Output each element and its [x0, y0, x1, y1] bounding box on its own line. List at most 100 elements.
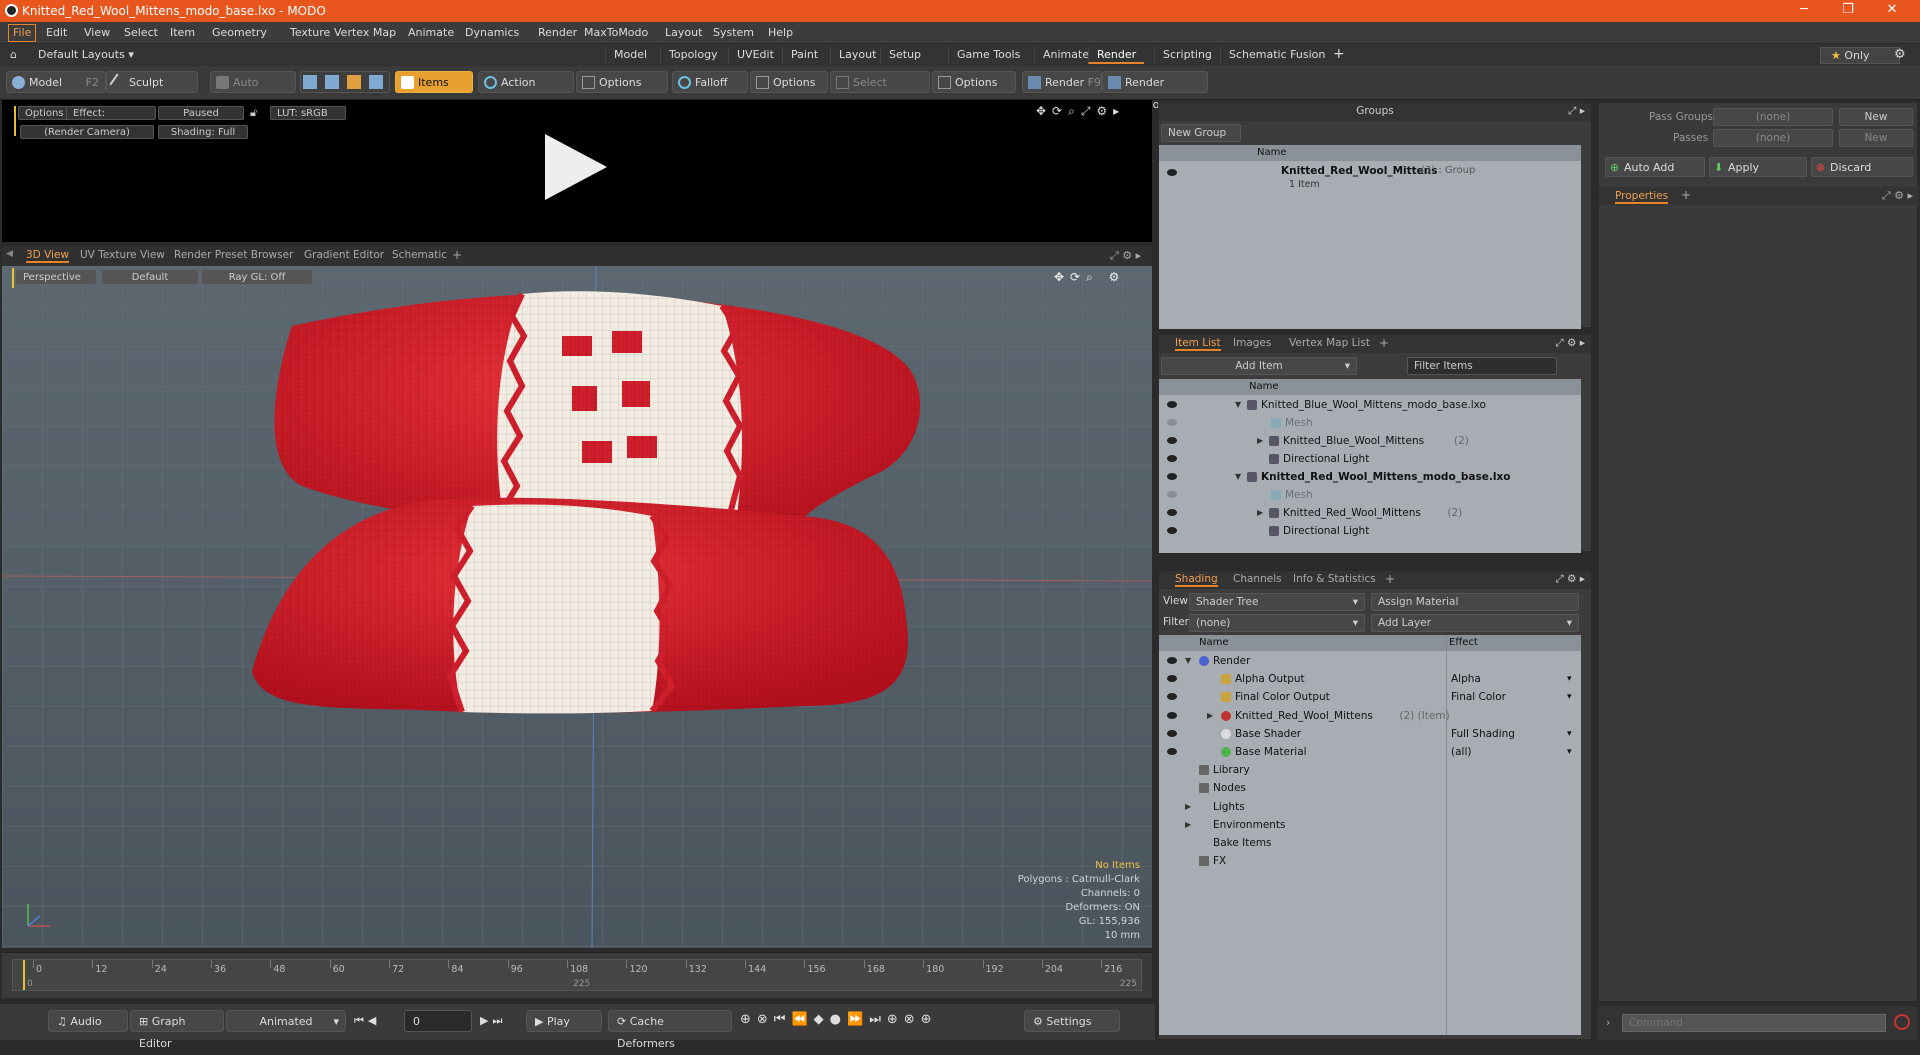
only-toggle[interactable]: ★ Only: [1820, 47, 1900, 64]
play-icon[interactable]: [545, 134, 607, 200]
paused-button[interactable]: Paused: [158, 106, 244, 120]
list-item[interactable]: Mesh: [1159, 486, 1581, 504]
default-style-dropdown[interactable]: Default: [102, 270, 198, 284]
eye-icon[interactable]: [1167, 401, 1177, 408]
select-through-button[interactable]: Select Through: [830, 71, 930, 111]
settings-button[interactable]: ⚙ Settings: [1024, 1010, 1120, 1032]
new-pass-button[interactable]: New: [1839, 129, 1913, 147]
command-input[interactable]: [1622, 1014, 1886, 1032]
tab-game-tools[interactable]: Game Tools: [948, 47, 1028, 64]
add-tab-icon[interactable]: +: [452, 248, 462, 262]
effect-value[interactable]: Alpha: [1451, 670, 1481, 688]
menu-edit[interactable]: Edit: [46, 26, 67, 39]
list-item[interactable]: ▼ Render: [1159, 652, 1581, 670]
perspective-dropdown[interactable]: Perspective: [16, 270, 96, 284]
view-dropdown[interactable]: Shader Tree ▾: [1189, 593, 1365, 611]
passes-dropdown[interactable]: (none): [1713, 129, 1833, 147]
menu-geometry[interactable]: Geometry: [212, 26, 267, 39]
pass-groups-dropdown[interactable]: (none): [1713, 108, 1833, 126]
menu-animate[interactable]: Animate: [408, 26, 454, 39]
eye-icon[interactable]: [1167, 527, 1177, 534]
tab-channels[interactable]: Channels: [1233, 573, 1282, 585]
play-button[interactable]: ▶ Play: [526, 1010, 602, 1032]
action-center-button[interactable]: Action Center: [478, 71, 574, 111]
menu-help[interactable]: Help: [768, 26, 793, 39]
materials-mode-icon[interactable]: [369, 75, 383, 89]
list-item[interactable]: FX: [1159, 852, 1581, 870]
frame-field[interactable]: 0: [404, 1010, 472, 1032]
default-layouts-dropdown[interactable]: Default Layouts ▾: [38, 48, 134, 61]
tab-setup[interactable]: Setup: [880, 47, 929, 64]
list-item[interactable]: Base Material (all) ▾: [1159, 743, 1581, 761]
expand-icon[interactable]: ▶: [1185, 798, 1191, 816]
falloff-options-button[interactable]: Options: [750, 71, 828, 93]
menu-system[interactable]: System: [713, 26, 754, 39]
add-tab-icon[interactable]: +: [1379, 336, 1389, 350]
preview-view-controls[interactable]: ✥⟳⌕⤢⚙▸: [1036, 104, 1125, 119]
expand-icon[interactable]: ▶: [1207, 707, 1213, 725]
tab-paint[interactable]: Paint: [782, 47, 826, 64]
effect-dropdown[interactable]: Effect: (Shadi...: [66, 106, 156, 120]
apply-button[interactable]: ⬇ Apply: [1709, 157, 1807, 177]
list-item[interactable]: ▶ Environments: [1159, 816, 1581, 834]
render-button[interactable]: Render F9: [1022, 71, 1102, 93]
model-button[interactable]: Model F2: [6, 71, 106, 93]
tab-scripting[interactable]: Scripting: [1154, 47, 1220, 64]
timeline-ruler[interactable]: 0 12 24 36 48 60 72 84 96 108 120 132 144 156 168 180 19…: [12, 959, 1142, 991]
filter-dropdown[interactable]: (none) ▾: [1189, 614, 1365, 632]
render-window-button[interactable]: Render Window: [1102, 71, 1208, 111]
tab-schematic[interactable]: Schematic: [392, 249, 447, 261]
audio-button[interactable]: ♫ Audio: [48, 1010, 128, 1032]
cache-deformers-button[interactable]: ⟳ Cache Deformers: [608, 1010, 732, 1050]
expand-icon[interactable]: ⤢ ⚙ ▸: [1110, 249, 1141, 263]
eye-icon[interactable]: [1167, 748, 1177, 755]
tab-layout[interactable]: Layout: [830, 47, 884, 64]
maximize-button[interactable]: ❐: [1828, 2, 1868, 17]
viewport-nav-controls[interactable]: ✥⟳⌕ ⚙: [1054, 270, 1125, 285]
falloff-button[interactable]: Falloff: [672, 71, 748, 93]
expand-icon[interactable]: ▶: [1257, 432, 1263, 450]
new-group-button[interactable]: New Group: [1161, 124, 1241, 142]
list-item[interactable]: ▶ Knitted_Blue_Wool_Mittens (2): [1159, 432, 1581, 450]
new-pass-group-button[interactable]: New: [1839, 108, 1913, 126]
list-item[interactable]: ▶ Lights: [1159, 798, 1581, 816]
items-mode-button[interactable]: Items: [395, 71, 473, 93]
menu-dynamics[interactable]: Dynamics: [465, 26, 519, 39]
tab-images[interactable]: Images: [1233, 337, 1271, 349]
eye-icon[interactable]: [1167, 657, 1177, 664]
edges-mode-icon[interactable]: [325, 75, 339, 89]
forward-controls[interactable]: ▶⏭: [480, 1014, 506, 1028]
eye-icon[interactable]: [1167, 473, 1177, 480]
list-item[interactable]: ▼ Knitted_Blue_Wool_Mittens_modo_base.lxo: [1159, 396, 1581, 414]
layouts-icon[interactable]: ⌂: [10, 48, 17, 61]
eye-icon[interactable]: [1167, 169, 1177, 176]
animated-dropdown[interactable]: Animated ▾: [226, 1010, 346, 1032]
3d-viewport[interactable]: Perspective Default Ray GL: Off ✥⟳⌕ ⚙ No…: [2, 266, 1152, 948]
list-item[interactable]: ▶ Knitted_Red_Wool_Mittens (2): [1159, 504, 1581, 522]
record-icon[interactable]: [1894, 1014, 1910, 1030]
tabs-menu-icon[interactable]: ◀: [6, 249, 13, 259]
shading-dropdown[interactable]: Shading: Full: [158, 125, 248, 139]
tab-topology[interactable]: Topology: [660, 47, 726, 64]
discard-button[interactable]: ⊗ Discard: [1811, 157, 1913, 177]
expand-icon[interactable]: ⤢ ▸: [1568, 105, 1585, 118]
select-options-button[interactable]: Options: [932, 71, 1016, 93]
menu-vertex-map[interactable]: Vertex Map: [334, 26, 396, 39]
close-button[interactable]: ✕: [1872, 2, 1912, 17]
eye-icon[interactable]: [1167, 455, 1177, 462]
timeline[interactable]: 0 12 24 36 48 60 72 84 96 108 120 132 144 156 168 180 19…: [2, 952, 1152, 998]
eye-icon[interactable]: [1167, 675, 1177, 683]
expand-icon[interactable]: ⤢ ⚙ ▸: [1882, 189, 1913, 203]
eye-icon[interactable]: [1167, 491, 1177, 498]
menu-layout[interactable]: Layout: [665, 26, 702, 39]
add-layout-icon[interactable]: +: [1333, 46, 1345, 62]
eye-icon[interactable]: [1167, 437, 1177, 444]
polygons-mode-icon[interactable]: [347, 75, 361, 89]
tab-model[interactable]: Model: [605, 47, 655, 64]
tab-vertex-map-list[interactable]: Vertex Map List: [1289, 337, 1370, 349]
list-item[interactable]: Alpha Output Alpha ▾: [1159, 670, 1581, 688]
eye-icon[interactable]: [1167, 419, 1177, 426]
raygl-dropdown[interactable]: Ray GL: Off: [202, 270, 312, 284]
action-options-button[interactable]: Options: [576, 71, 668, 93]
chevron-down-icon[interactable]: ▾: [1567, 725, 1572, 743]
